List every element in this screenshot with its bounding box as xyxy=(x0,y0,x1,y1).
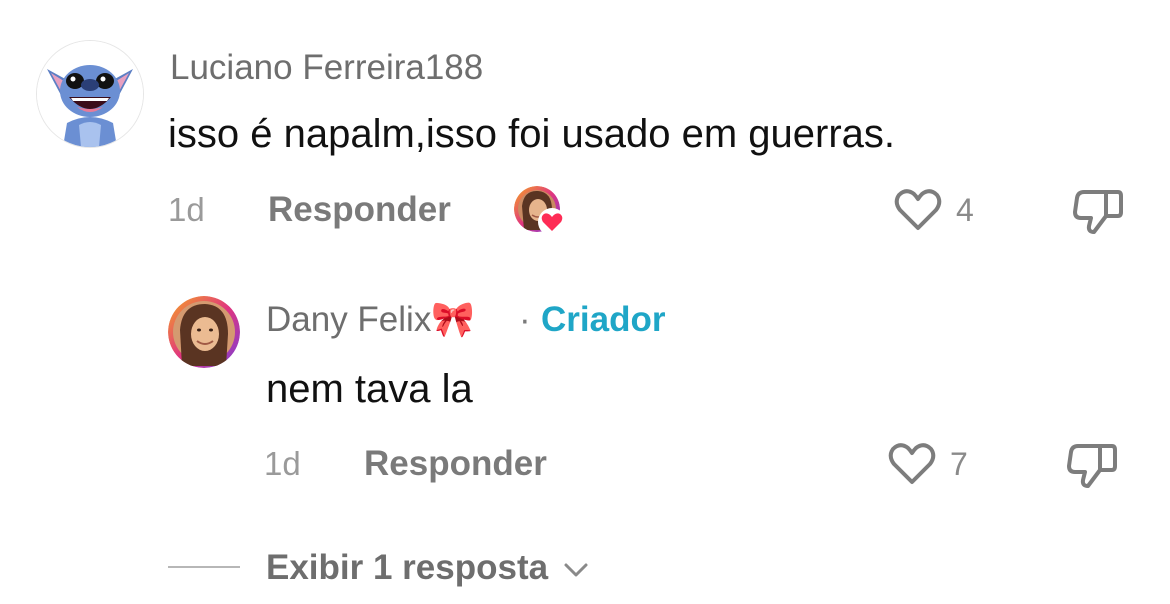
replies-divider xyxy=(168,566,240,568)
commenter-avatar[interactable] xyxy=(36,40,144,148)
reply-author-avatar[interactable] xyxy=(168,296,240,368)
creator-avatar-icon xyxy=(168,296,240,368)
view-more-replies-button[interactable]: Exibir 1 resposta xyxy=(266,548,590,588)
heart-outline-icon xyxy=(894,189,942,230)
view-more-replies-label: Exibir 1 resposta xyxy=(266,548,549,587)
separator-dot: · xyxy=(519,300,531,339)
like-count: 4 xyxy=(956,192,974,228)
thumbs-down-icon xyxy=(1067,444,1117,488)
reply-dislike-button[interactable] xyxy=(1066,440,1118,490)
comment-timestamp: 1d xyxy=(168,191,205,228)
reply-author-username[interactable]: Dany Felix🎀 xyxy=(266,300,475,340)
reply-text: nem tava la xyxy=(266,367,473,411)
creator-badge: Criador xyxy=(541,300,666,339)
liked-by-creator-avatar xyxy=(514,186,566,236)
stitch-avatar-icon xyxy=(37,41,143,147)
thumbs-down-icon xyxy=(1073,190,1123,234)
dislike-button[interactable] xyxy=(1072,186,1124,236)
heart-outline-icon xyxy=(888,443,936,484)
reply-like-count: 7 xyxy=(950,446,968,482)
reply-reply-button[interactable]: Responder xyxy=(364,444,547,484)
reply-timestamp: 1d xyxy=(264,445,301,482)
comment-text: isso é napalm,isso foi usado em guerras. xyxy=(168,112,896,156)
chevron-down-icon xyxy=(564,563,588,577)
heart-badge-icon xyxy=(538,208,566,236)
commenter-username[interactable]: Luciano Ferreira188 xyxy=(170,48,483,88)
reply-like-button[interactable] xyxy=(886,440,938,488)
reply-button[interactable]: Responder xyxy=(268,190,451,230)
like-button[interactable] xyxy=(892,186,944,234)
